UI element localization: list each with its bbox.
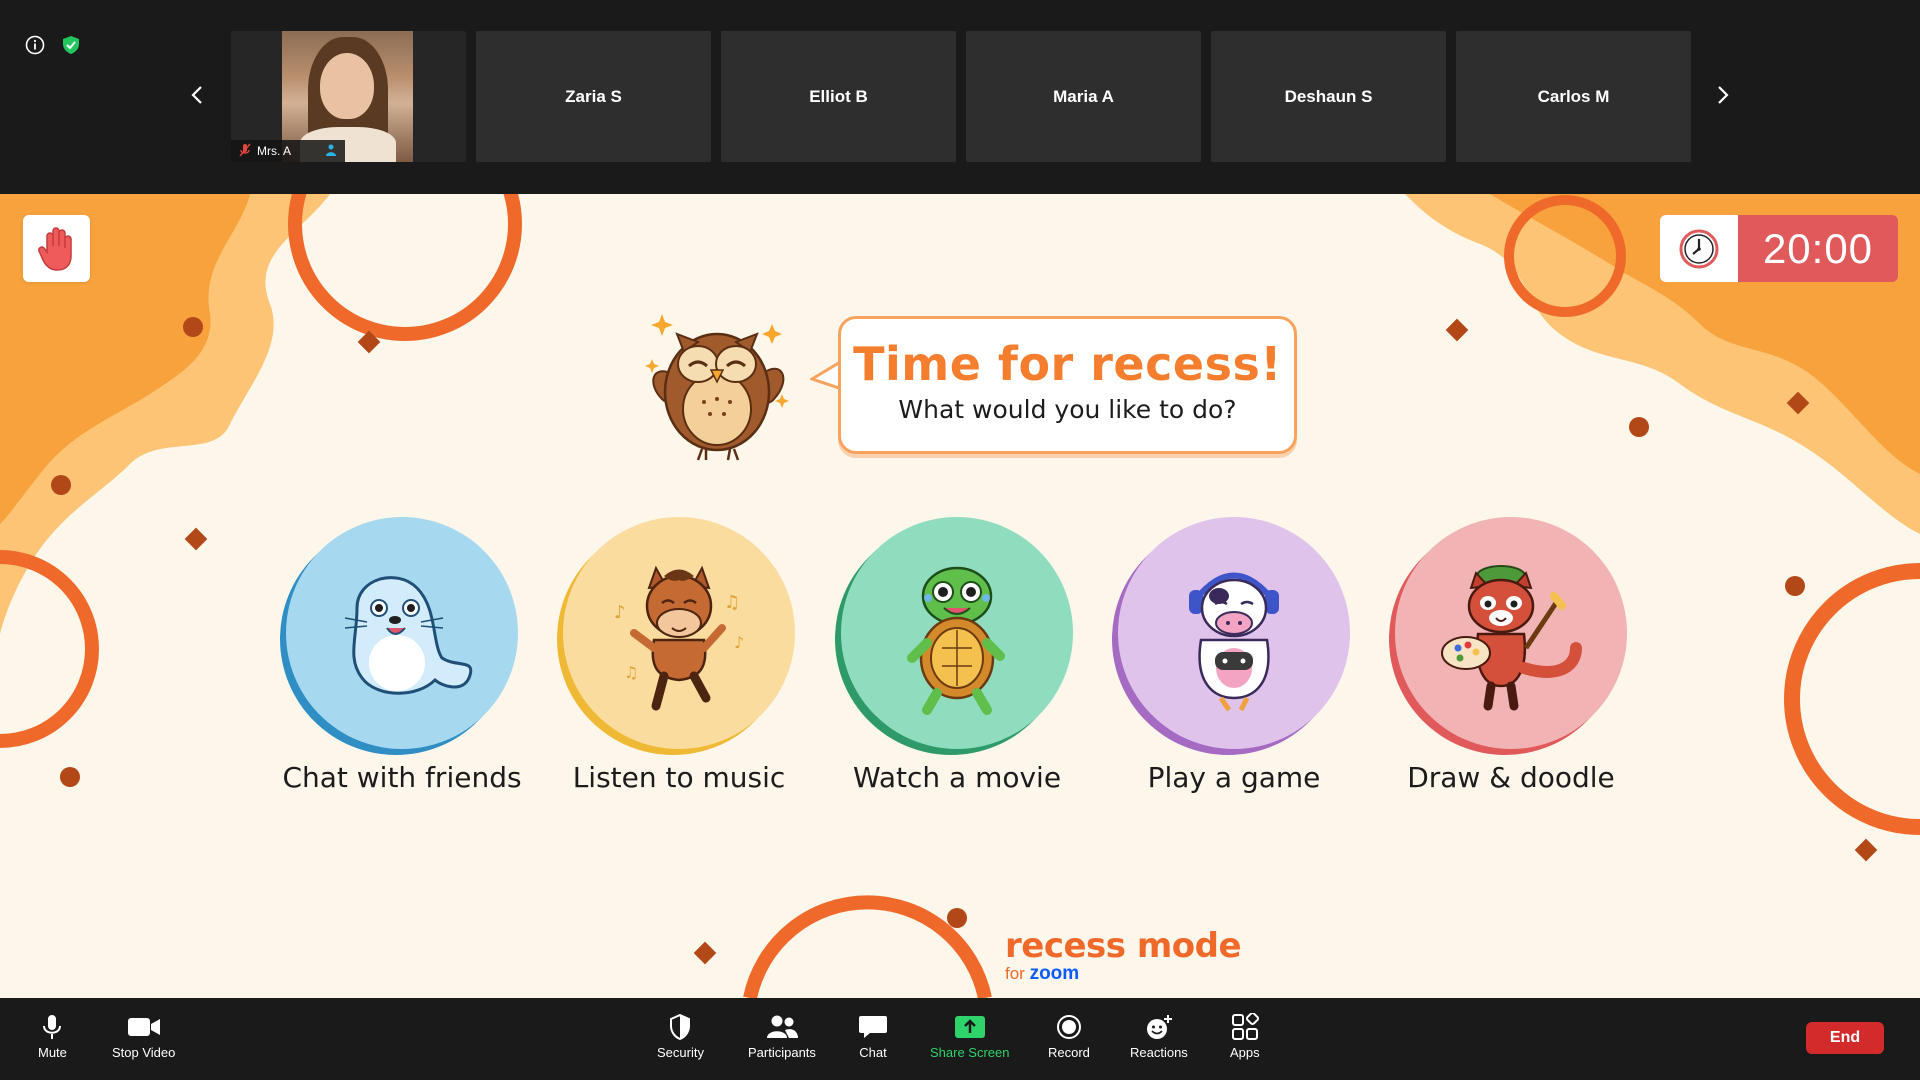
chat-button[interactable]: Chat xyxy=(858,1012,888,1060)
activity-label: Chat with friends xyxy=(282,761,522,794)
participant-name: Zaria S xyxy=(565,86,622,106)
self-name-label: Mrs. A xyxy=(231,140,346,162)
stop-video-label: Stop Video xyxy=(112,1045,176,1060)
activity-play-a-game[interactable]: Play a game xyxy=(1114,517,1354,794)
activity-label: Watch a movie xyxy=(852,761,1062,794)
activity-chat-with-friends[interactable]: Chat with friends xyxy=(282,517,522,794)
participants-button[interactable]: Participants xyxy=(748,1012,816,1060)
participant-name: Maria A xyxy=(1053,86,1114,106)
recess-stage: 20:00 Time for recess! What would you li… xyxy=(0,194,1920,998)
brand-name: recess mode xyxy=(1005,926,1242,966)
encryption-shield-icon[interactable] xyxy=(60,34,82,56)
meeting-toolbar: Mute Stop Video Security Participants Ch… xyxy=(0,998,1920,1080)
participant-tile[interactable]: Zaria S xyxy=(476,31,711,162)
activity-label: Draw & doodle xyxy=(1407,761,1615,794)
reactions-label: Reactions xyxy=(1130,1045,1188,1060)
microphone-icon xyxy=(42,1012,62,1042)
mute-label: Mute xyxy=(38,1045,67,1060)
apps-button[interactable]: Apps xyxy=(1230,1012,1260,1060)
record-button[interactable]: Record xyxy=(1048,1012,1090,1060)
activity-label: Play a game xyxy=(1147,761,1321,794)
chat-label: Chat xyxy=(859,1045,887,1060)
svg-text:♫: ♫ xyxy=(724,592,740,613)
security-shield-icon xyxy=(669,1012,691,1042)
next-participants-arrow-icon[interactable] xyxy=(1708,80,1738,110)
seal-icon xyxy=(286,517,518,749)
turtle-icon xyxy=(841,517,1073,749)
info-icon[interactable] xyxy=(24,34,46,56)
prompt-title: Time for recess! xyxy=(853,337,1282,391)
participants-icon xyxy=(765,1012,799,1042)
recess-prompt-bubble: Time for recess! What would you like to … xyxy=(838,316,1297,454)
horse-icon: ♪ ♫ ♪ ♫ xyxy=(563,517,795,749)
participant-name: Carlos M xyxy=(1537,86,1610,106)
smiley-plus-icon xyxy=(1144,1012,1174,1042)
security-label: Security xyxy=(657,1045,704,1060)
svg-text:♫: ♫ xyxy=(624,663,638,682)
apps-label: Apps xyxy=(1230,1045,1260,1060)
brand-for: for xyxy=(1005,964,1025,983)
timer-value: 20:00 xyxy=(1738,215,1898,282)
activity-listen-to-music[interactable]: ♪ ♫ ♪ ♫ Listen to music xyxy=(559,517,799,794)
svg-text:♪: ♪ xyxy=(614,602,626,623)
muted-mic-icon xyxy=(239,143,251,160)
share-screen-icon xyxy=(954,1012,986,1042)
activity-watch-a-movie[interactable]: Watch a movie xyxy=(837,517,1077,794)
apps-icon xyxy=(1231,1012,1259,1042)
cow-gamer-icon xyxy=(1118,517,1350,749)
participant-tile[interactable]: Elliot B xyxy=(721,31,956,162)
security-button[interactable]: Security xyxy=(657,1012,704,1060)
raise-hand-button[interactable] xyxy=(23,215,90,282)
stop-video-button[interactable]: Stop Video xyxy=(112,1012,175,1060)
chat-bubble-icon xyxy=(858,1012,888,1042)
end-meeting-button[interactable]: End xyxy=(1806,1022,1884,1054)
activity-label: Listen to music xyxy=(572,761,786,794)
mute-button[interactable]: Mute xyxy=(38,1012,67,1060)
share-screen-label: Share Screen xyxy=(930,1045,1010,1060)
recess-mode-logo: recess mode for zoom xyxy=(1005,926,1242,985)
video-camera-icon xyxy=(127,1012,161,1042)
owl-mascot-icon xyxy=(645,314,789,461)
prompt-subtitle: What would you like to do? xyxy=(898,395,1237,424)
participant-name: Deshaun S xyxy=(1284,86,1373,106)
raised-hand-icon xyxy=(37,226,72,271)
teacher-badge-icon xyxy=(325,143,337,160)
recess-timer: 20:00 xyxy=(1660,215,1898,282)
red-panda-artist-icon xyxy=(1395,517,1627,749)
participant-tile[interactable]: Maria A xyxy=(966,31,1201,162)
svg-text:♪: ♪ xyxy=(734,633,744,652)
record-icon xyxy=(1056,1012,1082,1042)
participant-name: Elliot B xyxy=(809,86,868,106)
self-name: Mrs. A xyxy=(257,144,292,158)
reactions-button[interactable]: Reactions xyxy=(1130,1012,1188,1060)
clock-icon xyxy=(1660,215,1738,282)
participants-label: Participants xyxy=(748,1045,816,1060)
share-screen-button[interactable]: Share Screen xyxy=(930,1012,1010,1060)
brand-zoom: zoom xyxy=(1029,963,1080,984)
participant-strip: Mrs. A Zaria S Elliot B Maria A Deshaun … xyxy=(0,0,1920,194)
activity-draw-and-doodle[interactable]: Draw & doodle xyxy=(1391,517,1631,794)
self-video-tile[interactable]: Mrs. A xyxy=(231,31,466,162)
participant-tile[interactable]: Deshaun S xyxy=(1211,31,1446,162)
brand-for-zoom: for zoom xyxy=(1005,963,1241,985)
participant-tile[interactable]: Carlos M xyxy=(1456,31,1691,162)
previous-participants-arrow-icon[interactable] xyxy=(182,80,212,110)
record-label: Record xyxy=(1048,1045,1090,1060)
